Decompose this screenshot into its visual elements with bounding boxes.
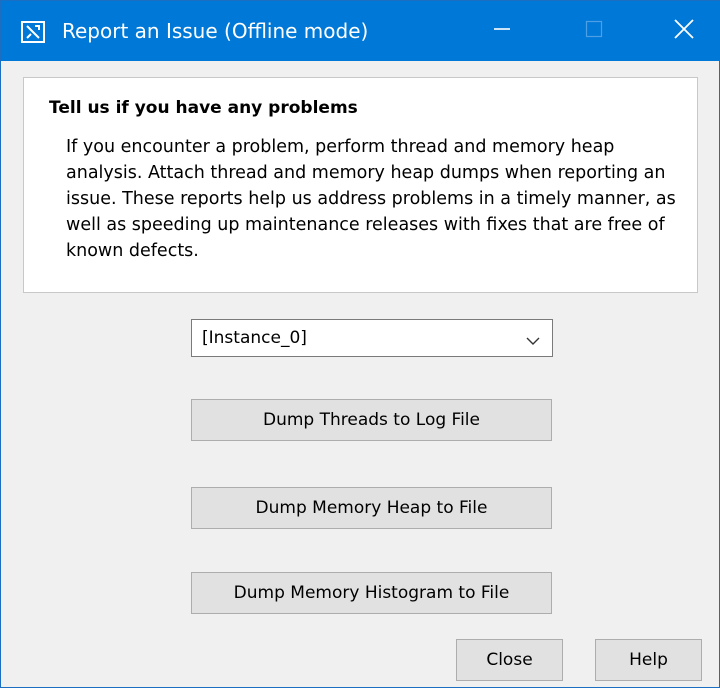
info-description: If you encounter a problem, perform thre…	[66, 137, 676, 261]
info-heading: Tell us if you have any problems	[49, 98, 358, 118]
instance-select[interactable]: [Instance_0]	[191, 319, 553, 357]
maximize-icon	[584, 19, 604, 43]
title-bar[interactable]: Report an Issue (Offline mode)	[1, 1, 719, 61]
report-issue-app-icon	[21, 21, 45, 43]
dump-heap-button[interactable]: Dump Memory Heap to File	[191, 487, 552, 529]
maximize-button	[563, 1, 625, 61]
info-panel: Tell us if you have any problems If you …	[23, 77, 698, 293]
dump-histogram-button[interactable]: Dump Memory Histogram to File	[191, 572, 552, 614]
close-button[interactable]: Close	[456, 639, 563, 681]
instance-select-value: [Instance_0]	[202, 328, 307, 348]
chevron-down-icon	[526, 332, 540, 345]
minimize-button[interactable]	[471, 1, 533, 61]
close-icon	[673, 18, 695, 44]
report-issue-dialog: Report an Issue (Offline mode) Tell us i…	[0, 0, 720, 688]
help-button[interactable]: Help	[595, 639, 702, 681]
window-title: Report an Issue (Offline mode)	[62, 19, 369, 43]
dump-threads-button[interactable]: Dump Threads to Log File	[191, 399, 552, 441]
close-window-button[interactable]	[653, 1, 715, 61]
minimize-icon	[492, 19, 512, 43]
